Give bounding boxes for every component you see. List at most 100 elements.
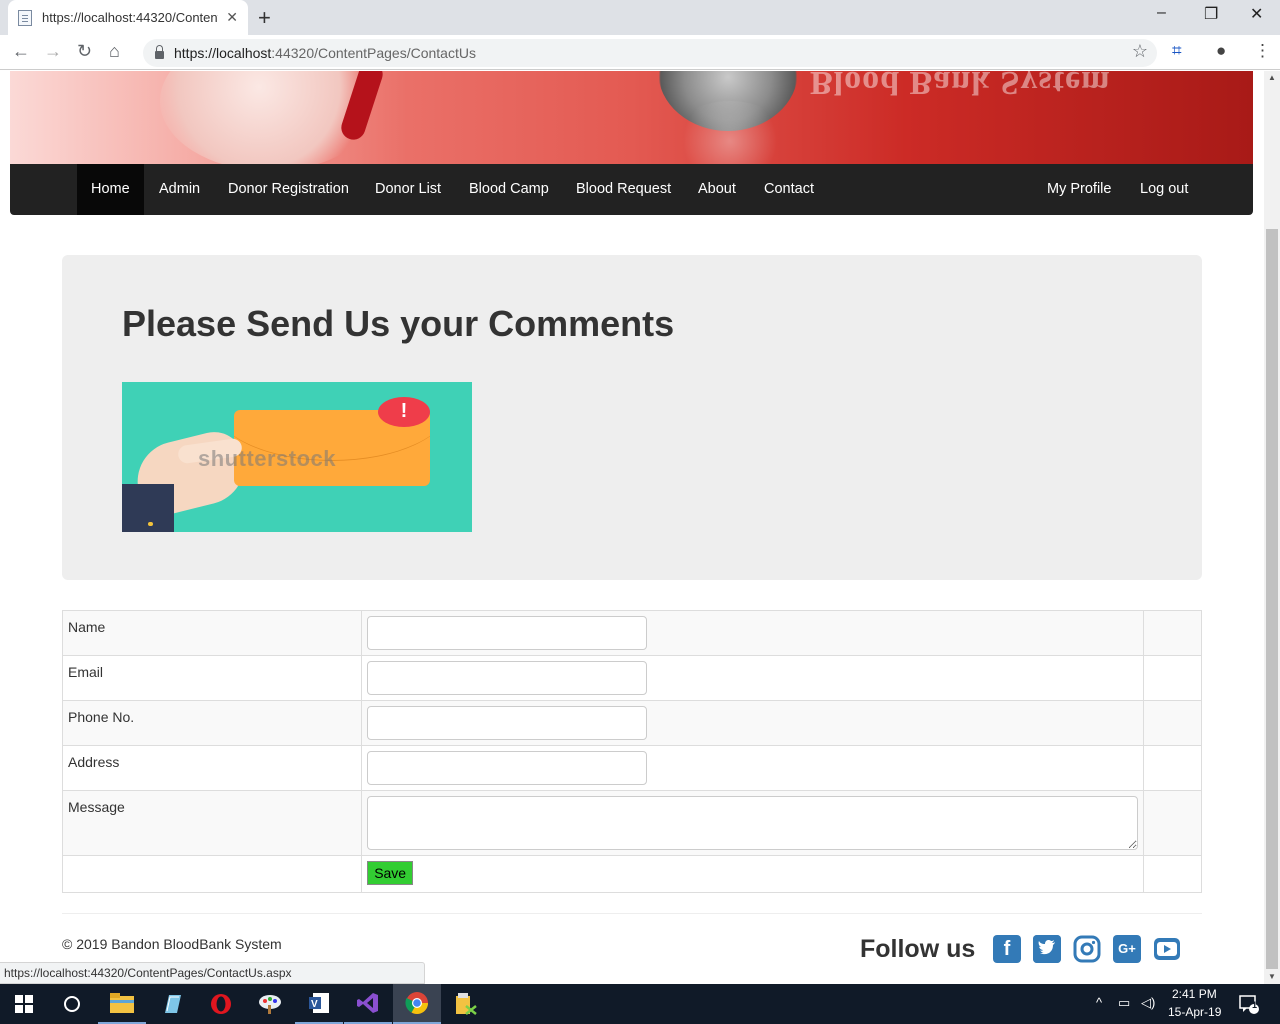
nav-admin[interactable]: Admin <box>145 164 214 215</box>
table-row: Save <box>61 855 1202 893</box>
save-cell: Save <box>361 855 1145 893</box>
empty-cell <box>1143 855 1202 893</box>
visual-studio-icon[interactable] <box>344 984 392 1024</box>
nav-blood-camp[interactable]: Blood Camp <box>455 164 563 215</box>
address-bar[interactable]: https://localhost:44320/ContentPages/Con… <box>143 39 1157 67</box>
back-icon[interactable]: ← <box>12 41 30 62</box>
phone-cell <box>361 700 1145 746</box>
comments-jumbotron: Please Send Us your Comments ! shutterst… <box>62 255 1202 580</box>
page-scrollbar[interactable]: ▲ ▼ <box>1264 71 1280 984</box>
nav-my-profile[interactable]: My Profile <box>1033 164 1125 215</box>
nav-home[interactable]: Home <box>77 164 144 215</box>
message-cell <box>361 790 1145 856</box>
scrollbar-thumb[interactable] <box>1266 229 1278 969</box>
star-icon[interactable]: ☆ <box>1132 41 1148 62</box>
visio-icon[interactable]: V <box>295 984 343 1024</box>
clock-date[interactable]: 15-Apr-19 <box>1168 1005 1221 1019</box>
svg-text:V: V <box>311 999 318 1010</box>
email-label: Email <box>61 655 363 701</box>
image-watermark: shutterstock <box>198 446 337 471</box>
email-cell <box>361 655 1145 701</box>
scroll-up-icon[interactable]: ▲ <box>1264 71 1280 85</box>
lock-icon[interactable] <box>155 44 164 59</box>
forward-icon[interactable]: → <box>44 41 62 62</box>
nav-log-out[interactable]: Log out <box>1126 164 1202 215</box>
message-textarea[interactable] <box>367 796 1139 850</box>
minimize-icon[interactable]: – <box>1157 4 1166 22</box>
address-cell <box>361 745 1145 791</box>
youtube-icon[interactable] <box>1153 935 1181 963</box>
save-button[interactable]: Save <box>367 861 414 885</box>
google-plus-icon[interactable]: G+ <box>1113 935 1141 963</box>
alert-badge-icon: ! <box>378 397 430 427</box>
page-favicon-icon <box>18 9 32 26</box>
new-tab-button[interactable]: + <box>258 5 271 31</box>
page-viewport: Blood Bank System Home Admin Donor Regis… <box>0 71 1264 984</box>
browser-tab[interactable]: https://localhost:44320/ContentPages/Con… <box>8 0 248 35</box>
empty-cell <box>61 855 363 893</box>
instagram-icon[interactable] <box>1073 935 1101 963</box>
phone-label: Phone No. <box>61 700 363 746</box>
network-icon[interactable]: ▭ <box>1118 995 1130 1011</box>
browser-tab-strip: https://localhost:44320/ContentPages/Con… <box>0 0 1280 35</box>
window-close-icon[interactable]: ✕ <box>1250 4 1263 24</box>
sql-tools-icon[interactable] <box>442 984 490 1024</box>
table-row: Email <box>61 655 1202 701</box>
home-icon[interactable]: ⌂ <box>109 41 120 62</box>
volume-icon[interactable]: ◁) <box>1141 995 1155 1011</box>
account-icon[interactable]: ● <box>1216 41 1226 61</box>
restore-icon[interactable]: ❐ <box>1204 4 1218 24</box>
table-row: Address <box>61 745 1202 791</box>
start-button[interactable] <box>0 984 48 1024</box>
tab-close-icon[interactable]: ✕ <box>226 9 238 26</box>
empty-cell <box>1143 790 1202 856</box>
header-banner: Blood Bank System <box>10 71 1253 164</box>
footer-divider <box>62 913 1202 914</box>
scroll-down-icon[interactable]: ▼ <box>1264 970 1280 984</box>
contact-illustration: ! shutterstock <box>122 382 472 532</box>
name-input[interactable] <box>367 616 648 650</box>
notification-center-icon[interactable]: 1 <box>1238 993 1260 1018</box>
reload-icon[interactable]: ↻ <box>77 41 92 62</box>
page-title: Please Send Us your Comments <box>122 303 675 344</box>
paint-app-icon[interactable] <box>246 984 294 1024</box>
empty-cell <box>1143 700 1202 746</box>
twitter-icon[interactable] <box>1033 935 1061 963</box>
windows-taskbar: V ^ ▭ ◁) 2:41 PM 15-Apr-19 1 <box>0 984 1280 1024</box>
phone-input[interactable] <box>367 706 648 740</box>
name-label: Name <box>61 610 363 656</box>
opera-icon[interactable] <box>197 984 245 1024</box>
chrome-icon[interactable] <box>393 984 441 1024</box>
url-path: :44320/ContentPages/ContactUs <box>271 45 476 61</box>
nav-donor-registration[interactable]: Donor Registration <box>214 164 363 215</box>
table-row: Name <box>61 610 1202 656</box>
empty-cell <box>1143 745 1202 791</box>
nav-donor-list[interactable]: Donor List <box>361 164 455 215</box>
notes-app-icon[interactable] <box>148 984 196 1024</box>
name-cell <box>361 610 1145 656</box>
nav-contact[interactable]: Contact <box>750 164 828 215</box>
url-host: https://localhost <box>174 45 272 61</box>
menu-icon[interactable]: ⋮ <box>1254 41 1271 61</box>
table-row: Message <box>61 790 1202 856</box>
tab-title: https://localhost:44320/ContentPages/Con… <box>42 10 218 25</box>
follow-us-heading: Follow us <box>860 935 976 963</box>
facebook-icon[interactable]: f <box>993 935 1021 963</box>
message-label: Message <box>61 790 363 856</box>
tray-chevron-icon[interactable]: ^ <box>1096 995 1102 1010</box>
clock-time[interactable]: 2:41 PM <box>1172 987 1217 1001</box>
nav-blood-request[interactable]: Blood Request <box>562 164 685 215</box>
file-explorer-icon[interactable] <box>98 984 146 1024</box>
search-icon[interactable] <box>48 984 96 1024</box>
email-input[interactable] <box>367 661 648 695</box>
contact-form-table: Name Email Phone No. Address Message Sav… <box>61 610 1202 893</box>
status-bar-url: https://localhost:44320/ContentPages/Con… <box>0 962 425 984</box>
browser-toolbar: ← → ↻ ⌂ https://localhost:44320/ContentP… <box>0 35 1280 70</box>
cufflink-illustration <box>148 522 153 526</box>
notification-count: 1 <box>1252 1000 1258 1010</box>
banner-title: Blood Bank System <box>810 71 1111 101</box>
address-input[interactable] <box>367 751 648 785</box>
extension-icon[interactable]: ⌗ <box>1172 41 1182 61</box>
address-label: Address <box>61 745 363 791</box>
nav-about[interactable]: About <box>684 164 750 215</box>
